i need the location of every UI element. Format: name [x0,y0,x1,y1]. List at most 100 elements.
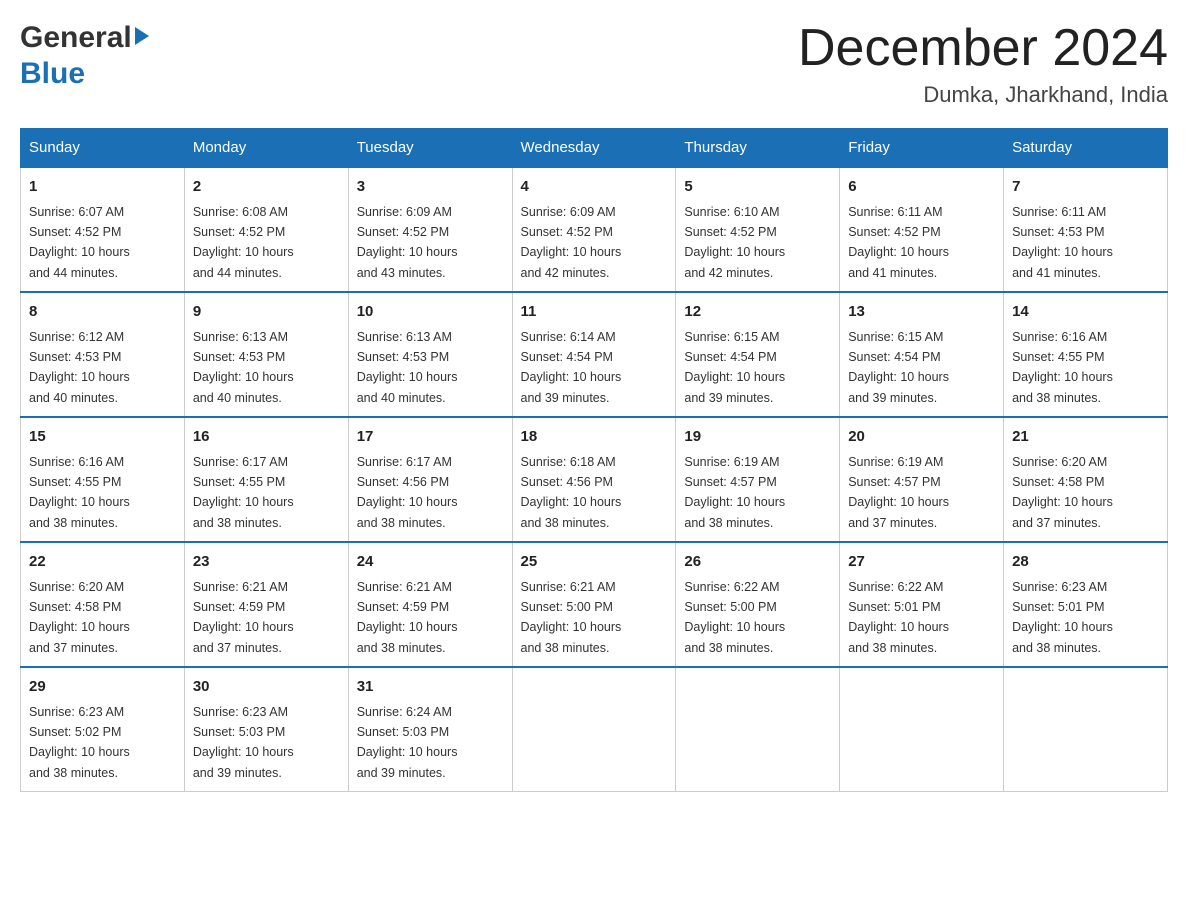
day-info: Sunrise: 6:19 AMSunset: 4:57 PMDaylight:… [848,455,949,530]
day-cell-7: 7 Sunrise: 6:11 AMSunset: 4:53 PMDayligh… [1004,167,1168,292]
day-number: 14 [1012,301,1159,324]
day-number: 15 [29,426,176,449]
day-cell-30: 30 Sunrise: 6:23 AMSunset: 5:03 PMDaylig… [184,667,348,792]
day-cell-16: 16 Sunrise: 6:17 AMSunset: 4:55 PMDaylig… [184,417,348,542]
header-saturday: Saturday [1004,129,1168,168]
day-number: 8 [29,301,176,324]
day-info: Sunrise: 6:16 AMSunset: 4:55 PMDaylight:… [1012,330,1113,405]
empty-cell-4-5 [840,667,1004,792]
header-monday: Monday [184,129,348,168]
day-cell-18: 18 Sunrise: 6:18 AMSunset: 4:56 PMDaylig… [512,417,676,542]
day-cell-4: 4 Sunrise: 6:09 AMSunset: 4:52 PMDayligh… [512,167,676,292]
day-cell-2: 2 Sunrise: 6:08 AMSunset: 4:52 PMDayligh… [184,167,348,292]
day-number: 25 [521,551,668,574]
day-number: 22 [29,551,176,574]
day-cell-25: 25 Sunrise: 6:21 AMSunset: 5:00 PMDaylig… [512,542,676,667]
day-info: Sunrise: 6:12 AMSunset: 4:53 PMDaylight:… [29,330,130,405]
day-cell-6: 6 Sunrise: 6:11 AMSunset: 4:52 PMDayligh… [840,167,1004,292]
day-cell-9: 9 Sunrise: 6:13 AMSunset: 4:53 PMDayligh… [184,292,348,417]
day-info: Sunrise: 6:22 AMSunset: 5:00 PMDaylight:… [684,580,785,655]
day-info: Sunrise: 6:14 AMSunset: 4:54 PMDaylight:… [521,330,622,405]
empty-cell-4-6 [1004,667,1168,792]
day-number: 7 [1012,176,1159,199]
day-cell-20: 20 Sunrise: 6:19 AMSunset: 4:57 PMDaylig… [840,417,1004,542]
day-cell-1: 1 Sunrise: 6:07 AMSunset: 4:52 PMDayligh… [21,167,185,292]
location-title: Dumka, Jharkhand, India [798,82,1168,108]
day-cell-15: 15 Sunrise: 6:16 AMSunset: 4:55 PMDaylig… [21,417,185,542]
day-cell-8: 8 Sunrise: 6:12 AMSunset: 4:53 PMDayligh… [21,292,185,417]
day-info: Sunrise: 6:07 AMSunset: 4:52 PMDaylight:… [29,205,130,280]
day-cell-12: 12 Sunrise: 6:15 AMSunset: 4:54 PMDaylig… [676,292,840,417]
day-number: 20 [848,426,995,449]
day-number: 9 [193,301,340,324]
day-info: Sunrise: 6:15 AMSunset: 4:54 PMDaylight:… [848,330,949,405]
day-number: 26 [684,551,831,574]
day-cell-29: 29 Sunrise: 6:23 AMSunset: 5:02 PMDaylig… [21,667,185,792]
day-cell-23: 23 Sunrise: 6:21 AMSunset: 4:59 PMDaylig… [184,542,348,667]
day-number: 13 [848,301,995,324]
header-sunday: Sunday [21,129,185,168]
day-info: Sunrise: 6:17 AMSunset: 4:56 PMDaylight:… [357,455,458,530]
day-number: 5 [684,176,831,199]
day-cell-14: 14 Sunrise: 6:16 AMSunset: 4:55 PMDaylig… [1004,292,1168,417]
calendar-table: SundayMondayTuesdayWednesdayThursdayFrid… [20,128,1168,792]
empty-cell-4-4 [676,667,840,792]
day-cell-26: 26 Sunrise: 6:22 AMSunset: 5:00 PMDaylig… [676,542,840,667]
month-title: December 2024 [798,20,1168,77]
day-info: Sunrise: 6:09 AMSunset: 4:52 PMDaylight:… [357,205,458,280]
page-header: General Blue December 2024 Dumka, Jharkh… [20,20,1168,108]
day-number: 21 [1012,426,1159,449]
day-info: Sunrise: 6:20 AMSunset: 4:58 PMDaylight:… [1012,455,1113,530]
day-info: Sunrise: 6:09 AMSunset: 4:52 PMDaylight:… [521,205,622,280]
day-info: Sunrise: 6:13 AMSunset: 4:53 PMDaylight:… [357,330,458,405]
day-number: 3 [357,176,504,199]
day-cell-5: 5 Sunrise: 6:10 AMSunset: 4:52 PMDayligh… [676,167,840,292]
day-cell-13: 13 Sunrise: 6:15 AMSunset: 4:54 PMDaylig… [840,292,1004,417]
day-info: Sunrise: 6:19 AMSunset: 4:57 PMDaylight:… [684,455,785,530]
day-info: Sunrise: 6:11 AMSunset: 4:52 PMDaylight:… [848,205,949,280]
day-number: 1 [29,176,176,199]
day-number: 17 [357,426,504,449]
day-number: 31 [357,676,504,699]
day-number: 2 [193,176,340,199]
day-info: Sunrise: 6:10 AMSunset: 4:52 PMDaylight:… [684,205,785,280]
day-info: Sunrise: 6:17 AMSunset: 4:55 PMDaylight:… [193,455,294,530]
day-number: 27 [848,551,995,574]
day-info: Sunrise: 6:08 AMSunset: 4:52 PMDaylight:… [193,205,294,280]
day-info: Sunrise: 6:11 AMSunset: 4:53 PMDaylight:… [1012,205,1113,280]
week-row-4: 22 Sunrise: 6:20 AMSunset: 4:58 PMDaylig… [21,542,1168,667]
day-cell-24: 24 Sunrise: 6:21 AMSunset: 4:59 PMDaylig… [348,542,512,667]
day-info: Sunrise: 6:24 AMSunset: 5:03 PMDaylight:… [357,705,458,780]
header-thursday: Thursday [676,129,840,168]
day-cell-28: 28 Sunrise: 6:23 AMSunset: 5:01 PMDaylig… [1004,542,1168,667]
day-number: 29 [29,676,176,699]
day-info: Sunrise: 6:13 AMSunset: 4:53 PMDaylight:… [193,330,294,405]
day-number: 6 [848,176,995,199]
header-wednesday: Wednesday [512,129,676,168]
day-info: Sunrise: 6:23 AMSunset: 5:01 PMDaylight:… [1012,580,1113,655]
day-info: Sunrise: 6:16 AMSunset: 4:55 PMDaylight:… [29,455,130,530]
day-cell-31: 31 Sunrise: 6:24 AMSunset: 5:03 PMDaylig… [348,667,512,792]
day-number: 4 [521,176,668,199]
day-cell-17: 17 Sunrise: 6:17 AMSunset: 4:56 PMDaylig… [348,417,512,542]
day-number: 12 [684,301,831,324]
day-info: Sunrise: 6:23 AMSunset: 5:03 PMDaylight:… [193,705,294,780]
day-info: Sunrise: 6:21 AMSunset: 4:59 PMDaylight:… [357,580,458,655]
day-number: 23 [193,551,340,574]
day-number: 28 [1012,551,1159,574]
day-cell-27: 27 Sunrise: 6:22 AMSunset: 5:01 PMDaylig… [840,542,1004,667]
week-row-3: 15 Sunrise: 6:16 AMSunset: 4:55 PMDaylig… [21,417,1168,542]
day-info: Sunrise: 6:23 AMSunset: 5:02 PMDaylight:… [29,705,130,780]
day-number: 10 [357,301,504,324]
header-friday: Friday [840,129,1004,168]
week-row-1: 1 Sunrise: 6:07 AMSunset: 4:52 PMDayligh… [21,167,1168,292]
logo-blue-text: Blue [20,57,85,90]
day-info: Sunrise: 6:22 AMSunset: 5:01 PMDaylight:… [848,580,949,655]
day-number: 18 [521,426,668,449]
day-cell-22: 22 Sunrise: 6:20 AMSunset: 4:58 PMDaylig… [21,542,185,667]
day-info: Sunrise: 6:21 AMSunset: 4:59 PMDaylight:… [193,580,294,655]
day-number: 24 [357,551,504,574]
calendar-header-row: SundayMondayTuesdayWednesdayThursdayFrid… [21,129,1168,168]
day-info: Sunrise: 6:18 AMSunset: 4:56 PMDaylight:… [521,455,622,530]
week-row-5: 29 Sunrise: 6:23 AMSunset: 5:02 PMDaylig… [21,667,1168,792]
